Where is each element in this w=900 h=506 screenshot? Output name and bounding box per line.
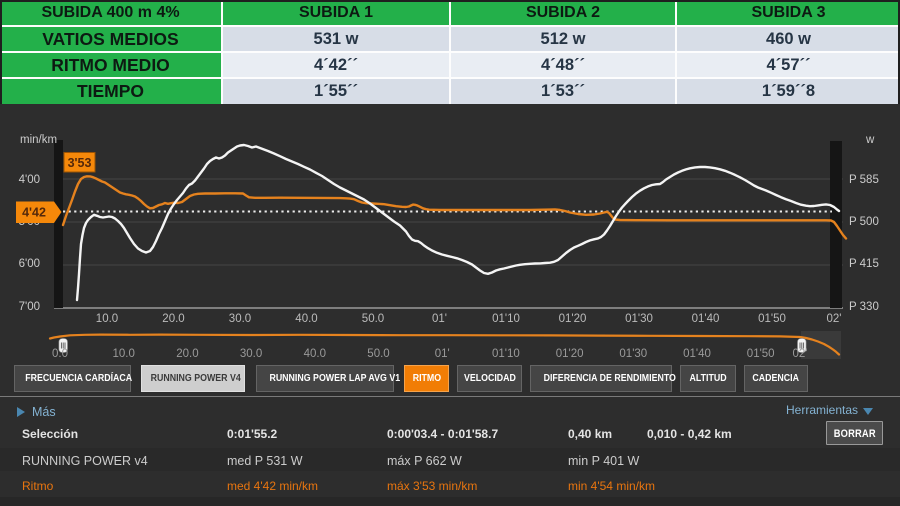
- svg-text:50.0: 50.0: [367, 348, 389, 360]
- svg-text:P 500: P 500: [849, 216, 879, 228]
- svg-text:01'50: 01'50: [758, 313, 786, 325]
- svg-text:01'30: 01'30: [625, 313, 653, 325]
- svg-text:3'53: 3'53: [68, 156, 92, 170]
- svg-text:7'00: 7'00: [19, 301, 40, 313]
- svg-text:02': 02': [827, 313, 842, 325]
- svg-text:01': 01': [432, 313, 447, 325]
- svg-text:01'10: 01'10: [492, 313, 520, 325]
- svg-text:10.0: 10.0: [113, 348, 135, 360]
- svg-text:10.0: 10.0: [96, 313, 118, 325]
- svg-text:P 415: P 415: [849, 258, 879, 270]
- svg-text:01'10: 01'10: [492, 348, 520, 360]
- svg-text:4'42: 4'42: [22, 206, 46, 220]
- svg-text:40.0: 40.0: [295, 313, 317, 325]
- svg-text:01'50: 01'50: [747, 348, 775, 360]
- svg-text:30.0: 30.0: [229, 313, 251, 325]
- svg-text:02': 02': [793, 348, 808, 360]
- svg-text:40.0: 40.0: [304, 348, 326, 360]
- svg-text:4'00: 4'00: [19, 174, 40, 186]
- svg-text:01'40: 01'40: [683, 348, 711, 360]
- svg-text:20.0: 20.0: [162, 313, 184, 325]
- svg-text:01'40: 01'40: [692, 313, 720, 325]
- svg-text:P 585: P 585: [849, 174, 879, 186]
- svg-text:w: w: [865, 134, 875, 146]
- svg-text:01': 01': [435, 348, 450, 360]
- svg-text:0.0: 0.0: [52, 348, 68, 360]
- svg-text:30.0: 30.0: [240, 348, 262, 360]
- svg-text:01'30: 01'30: [619, 348, 647, 360]
- svg-text:50.0: 50.0: [362, 313, 384, 325]
- svg-text:01'20: 01'20: [559, 313, 587, 325]
- svg-text:P 330: P 330: [849, 301, 879, 313]
- svg-text:01'20: 01'20: [556, 348, 584, 360]
- svg-text:20.0: 20.0: [176, 348, 198, 360]
- svg-text:6'00: 6'00: [19, 258, 40, 270]
- svg-text:min/km: min/km: [20, 134, 57, 146]
